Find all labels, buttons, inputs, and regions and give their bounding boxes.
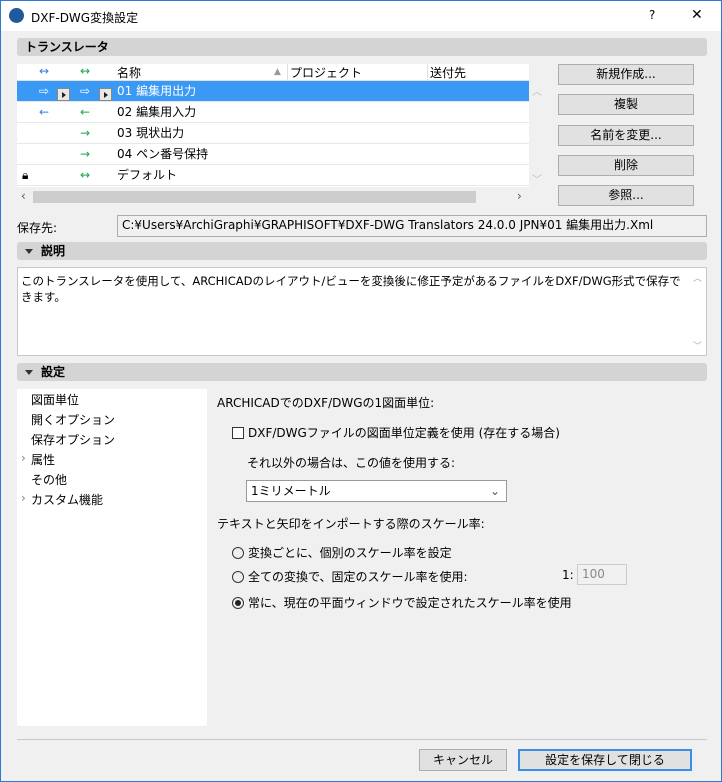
nav-item-save-options[interactable]: 保存オプション — [31, 431, 115, 448]
app-icon — [9, 8, 24, 23]
table-row[interactable]: → 03 現状出力 — [17, 123, 529, 144]
translator-name: デフォルト — [117, 168, 178, 182]
export-arrow-icon: ⇨ — [80, 84, 91, 98]
radio-current-window-scale[interactable]: 常に、現在の平面ウィンドウで設定されたスケール率を使用 — [232, 594, 572, 611]
radio-label: 常に、現在の平面ウィンドウで設定されたスケール率を使用 — [248, 596, 572, 610]
expand-icon[interactable]: › — [21, 451, 26, 465]
sort-ascending-icon: ▲ — [274, 67, 281, 77]
divider — [17, 739, 707, 740]
export-column-header: ↔ — [80, 64, 91, 78]
scroll-right-icon[interactable]: › — [517, 189, 522, 203]
scale-input[interactable]: 100 — [577, 564, 627, 585]
expand-icon[interactable]: › — [21, 491, 26, 505]
table-row[interactable]: → 04 ペン番号保持 — [17, 144, 529, 165]
translator-section-header: トランスレータ — [17, 38, 707, 56]
new-button[interactable]: 新規作成... — [558, 64, 694, 85]
delete-button[interactable]: 削除 — [558, 155, 694, 176]
radio-fixed-scale[interactable]: 全ての変換で、固定のスケール率を使用: — [232, 568, 468, 585]
translator-name: 03 現状出力 — [117, 126, 185, 140]
table-row[interactable]: ← ← 02 編集用入力 — [17, 102, 529, 123]
settings-section-title: 設定 — [41, 365, 66, 379]
radio-icon — [232, 571, 244, 583]
radio-label: 変換ごとに、個別のスケール率を設定 — [248, 546, 452, 560]
description-textarea[interactable]: このトランスレータを使用して、ARCHICADのレイアウト/ビューを変換後に修正… — [17, 267, 707, 356]
scale-heading: テキストと矢印をインポートする際のスケール率: — [217, 517, 485, 531]
settings-section-header[interactable]: 設定 — [17, 363, 707, 381]
translator-table: ↔ ↔ 名称 ▲ プロジェクト 送付先 ⇨ ⇨ 01 編集用出力 ← ← 02 … — [17, 64, 529, 187]
cancel-button[interactable]: キャンセル — [419, 749, 507, 771]
nav-item-attributes[interactable]: 属性 — [31, 451, 55, 468]
description-text: このトランスレータを使用して、ARCHICADのレイアウト/ビューを変換後に修正… — [21, 274, 681, 304]
description-section-title: 説明 — [41, 244, 66, 258]
export-arrow-icon: → — [80, 147, 91, 161]
import-arrow-icon: ← — [39, 105, 50, 119]
import-arrow-icon: ⇨ — [39, 84, 50, 98]
translator-name: 01 編集用出力 — [117, 84, 197, 98]
import-column-header: ↔ — [39, 64, 50, 78]
scroll-down-icon[interactable]: ﹀ — [693, 339, 702, 352]
use-file-unit-checkbox[interactable]: DXF/DWGファイルの図面単位定義を使用 (存在する場合) — [232, 424, 560, 441]
scrollbar-thumb[interactable] — [33, 191, 476, 203]
save-location-path: C:¥Users¥ArchiGraphi¥GRAPHISOFT¥DXF-DWG … — [117, 215, 707, 237]
description-section-header[interactable]: 説明 — [17, 242, 707, 260]
name-column-header[interactable]: 名称 — [117, 64, 141, 81]
radio-icon — [232, 547, 244, 559]
checkbox-icon — [232, 427, 244, 439]
translator-section-title: トランスレータ — [25, 40, 109, 54]
chevron-down-icon: ⌄ — [489, 484, 500, 498]
window-title: DXF-DWG変換設定 — [31, 11, 139, 25]
save-and-close-button[interactable]: 設定を保存して閉じる — [518, 749, 692, 771]
export-arrow-icon: ← — [80, 105, 91, 119]
play-button[interactable] — [57, 84, 70, 104]
radio-individual-scale[interactable]: 変換ごとに、個別のスケール率を設定 — [232, 544, 452, 561]
title-bar: DXF-DWG変換設定 ? ✕ — [1, 1, 721, 31]
nav-item-drawing-unit[interactable]: 図面単位 — [31, 391, 79, 408]
export-arrow-icon: ↔ — [80, 168, 91, 182]
collapse-icon — [25, 370, 33, 375]
nav-item-open-options[interactable]: 開くオプション — [31, 411, 115, 428]
duplicate-button[interactable]: 複製 — [558, 94, 694, 115]
horizontal-scrollbar[interactable]: ‹ › — [17, 189, 529, 205]
nav-item-custom[interactable]: カスタム機能 — [31, 491, 103, 508]
play-button[interactable] — [99, 84, 112, 104]
radio-icon — [232, 597, 244, 609]
table-row[interactable]: 🔒︎ ↔ デフォルト — [17, 165, 529, 186]
scale-prefix: 1: — [562, 568, 574, 582]
destination-column-header[interactable]: 送付先 — [427, 64, 466, 81]
project-column-header[interactable]: プロジェクト — [287, 64, 362, 81]
scroll-left-icon[interactable]: ‹ — [21, 189, 26, 203]
close-button[interactable]: ✕ — [691, 7, 703, 23]
lock-icon: 🔒︎ — [22, 168, 29, 182]
help-button[interactable]: ? — [649, 8, 655, 22]
browse-button[interactable]: 参照... — [558, 185, 694, 206]
checkbox-label: DXF/DWGファイルの図面単位定義を使用 (存在する場合) — [248, 426, 560, 440]
translator-name: 04 ペン番号保持 — [117, 147, 209, 161]
scroll-up-icon[interactable]: ︿ — [532, 83, 542, 98]
radio-label: 全ての変換で、固定のスケール率を使用: — [248, 570, 468, 584]
export-arrow-icon: → — [80, 126, 91, 140]
save-location-label: 保存先: — [17, 221, 58, 235]
table-header: ↔ ↔ 名称 ▲ プロジェクト 送付先 — [17, 64, 529, 81]
table-row[interactable]: ⇨ ⇨ 01 編集用出力 — [17, 81, 529, 102]
nav-item-other[interactable]: その他 — [31, 471, 67, 488]
scroll-up-icon[interactable]: ︿ — [693, 271, 702, 284]
scroll-down-icon[interactable]: ﹀ — [532, 171, 542, 186]
unit-dropdown[interactable]: 1ミリメートル ⌄ — [246, 480, 507, 502]
unit-heading: ARCHICADでのDXF/DWGの1図面単位: — [217, 396, 435, 410]
collapse-icon — [25, 249, 33, 254]
rename-button[interactable]: 名前を変更... — [558, 125, 694, 146]
otherwise-label: それ以外の場合は、この値を使用する: — [247, 456, 456, 470]
translator-name: 02 編集用入力 — [117, 105, 197, 119]
unit-value: 1ミリメートル — [251, 484, 331, 498]
